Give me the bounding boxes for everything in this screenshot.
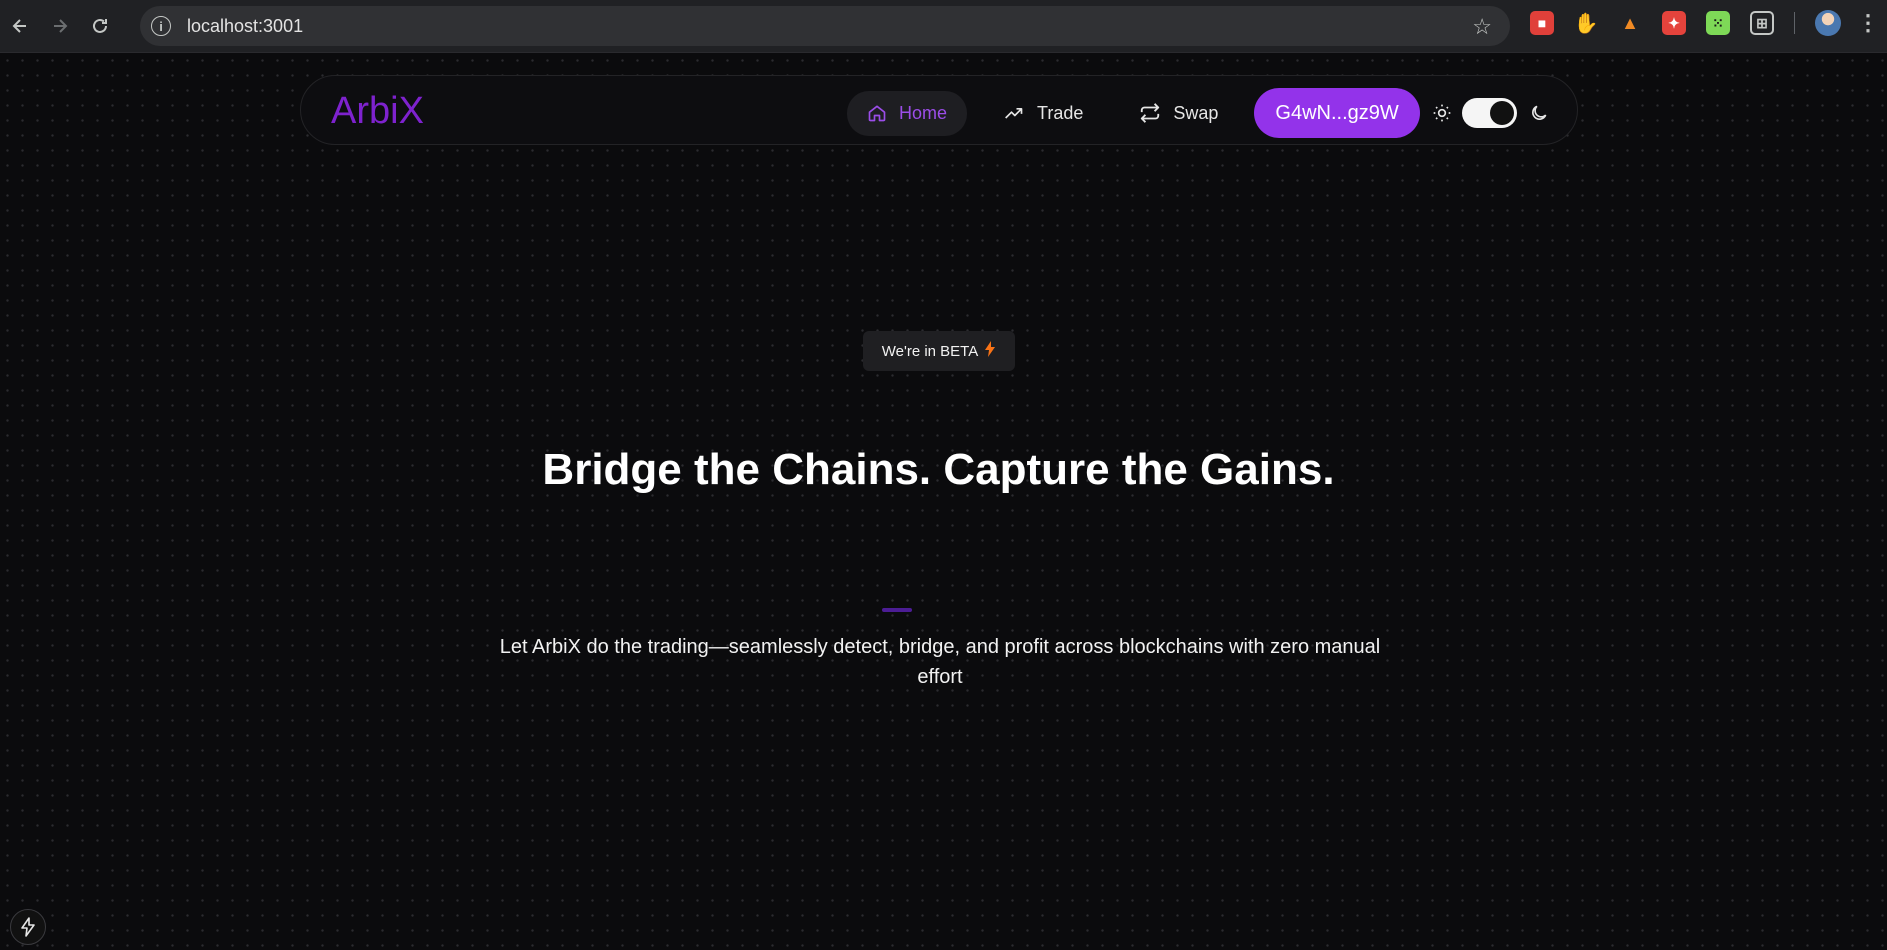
nav-item-swap[interactable]: Swap <box>1119 91 1238 136</box>
hand-icon[interactable]: ✋ <box>1574 11 1599 35</box>
lock-icon[interactable]: ■ <box>1530 11 1554 35</box>
arrow-right-icon <box>54 19 68 33</box>
reload-button[interactable] <box>80 6 120 46</box>
lightning-icon <box>984 341 996 361</box>
extensions-bar: ■ ✋ ▲ ✦ ⁙ ⊞ ⋮ <box>1530 10 1879 36</box>
theme-switch[interactable] <box>1461 98 1517 128</box>
forward-button[interactable] <box>40 6 80 46</box>
back-button[interactable] <box>0 6 40 46</box>
hero-subtext: Let ArbiX do the trading—seamlessly dete… <box>499 636 1381 688</box>
home-icon <box>868 105 886 122</box>
repeat-icon <box>1141 103 1160 123</box>
browser-toolbar: i localhost:3001 ☆ ■ ✋ ▲ ✦ ⁙ ⊞ ⋮ <box>0 0 1887 53</box>
bookmark-star-icon[interactable]: ☆ <box>1472 14 1492 40</box>
hero-headline: Bridge the Chains. Capture the Gains. <box>542 445 1335 494</box>
page-body: ArbiX Home Trade Swap G4wN...gz9W We're … <box>0 53 1887 950</box>
theme-switch-knob <box>1489 101 1514 125</box>
dev-tools-button[interactable] <box>10 909 46 945</box>
nav-item-trade[interactable]: Trade <box>983 91 1103 136</box>
profile-avatar[interactable] <box>1815 10 1841 36</box>
site-info-icon[interactable]: i <box>151 16 171 36</box>
trending-up-icon <box>1005 108 1023 119</box>
nav-item-label: Swap <box>1173 102 1219 123</box>
reload-icon <box>93 18 107 33</box>
fox-icon[interactable]: ▲ <box>1618 11 1642 35</box>
nav-menu: Home Trade Swap G4wN...gz9W <box>847 88 1549 138</box>
wallet-button[interactable]: G4wN...gz9W <box>1254 88 1420 138</box>
beta-badge: We're in BETA <box>863 331 1015 371</box>
puzzle-icon[interactable]: ⊞ <box>1750 11 1774 35</box>
dice-icon[interactable]: ⁙ <box>1706 11 1730 35</box>
menu-kebab-icon[interactable]: ⋮ <box>1857 10 1879 36</box>
nav-item-home[interactable]: Home <box>847 90 968 136</box>
nav-item-label: Home <box>899 102 948 123</box>
logo[interactable]: ArbiX <box>331 90 424 133</box>
address-bar[interactable]: i localhost:3001 ☆ <box>140 6 1510 46</box>
nav-item-label: Trade <box>1037 102 1084 123</box>
toolbar-divider <box>1794 12 1795 34</box>
theme-toggle <box>1432 98 1549 128</box>
sun-icon <box>1433 104 1451 122</box>
game-icon[interactable]: ✦ <box>1662 11 1686 35</box>
url-text[interactable]: localhost:3001 <box>187 16 303 37</box>
accent-divider <box>882 608 912 612</box>
beta-badge-text: We're in BETA <box>881 342 979 360</box>
top-navbar: ArbiX Home Trade Swap G4wN...gz9W <box>300 75 1578 145</box>
moon-icon <box>1531 105 1547 120</box>
arrow-left-icon <box>12 19 26 33</box>
lightning-icon <box>21 917 35 937</box>
